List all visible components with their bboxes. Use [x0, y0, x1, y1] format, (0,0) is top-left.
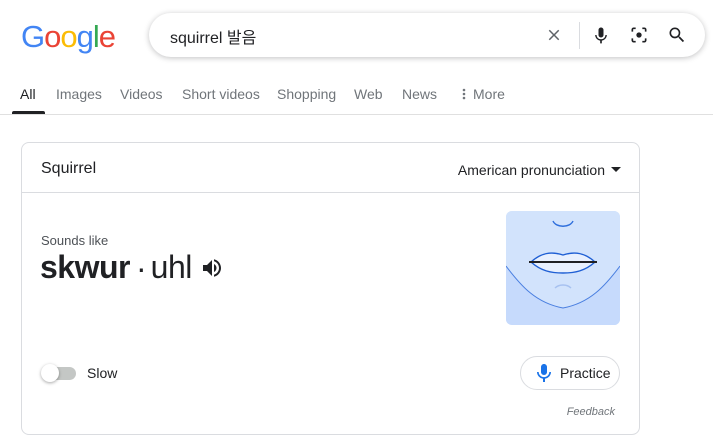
mouth-illustration	[506, 211, 620, 325]
mouth-animation	[506, 211, 620, 325]
pronunciation-variant-label: American pronunciation	[457, 162, 605, 178]
unstressed-syllable: uhl	[150, 249, 193, 285]
tab-web[interactable]: Web	[354, 86, 383, 102]
card-header: Squirrel American pronunciation	[22, 143, 639, 193]
lens-icon[interactable]	[628, 24, 650, 46]
tab-more-label: More	[473, 86, 505, 102]
tab-all[interactable]: All	[20, 86, 36, 102]
caret-down-icon	[611, 167, 621, 172]
close-icon[interactable]	[543, 24, 565, 46]
card-word: Squirrel	[41, 160, 97, 177]
syllable-separator: ·	[135, 249, 147, 286]
tab-images[interactable]: Images	[56, 86, 102, 102]
search-divider	[579, 22, 580, 49]
stressed-syllable: skwur	[40, 249, 130, 285]
vertical-dots-icon	[462, 88, 466, 100]
active-tab-indicator	[12, 111, 45, 114]
logo-letter: g	[76, 19, 94, 54]
logo-letter: o	[44, 19, 61, 54]
practice-label: Practice	[560, 365, 611, 381]
sounds-like-label: Sounds like	[41, 233, 109, 248]
tab-more[interactable]: More	[459, 86, 505, 102]
search-icon[interactable]	[666, 24, 688, 46]
slow-label: Slow	[87, 365, 118, 381]
logo-letter: e	[98, 19, 116, 54]
tab-short-videos[interactable]: Short videos	[182, 86, 260, 102]
pronunciation-variant-dropdown[interactable]: American pronunciation	[458, 162, 621, 178]
slow-toggle[interactable]	[41, 364, 77, 382]
search-tabs: All Images Videos Short videos Shopping …	[0, 78, 713, 115]
tab-shopping[interactable]: Shopping	[277, 86, 336, 102]
logo-letter: G	[21, 19, 45, 54]
speaker-icon[interactable]	[200, 256, 224, 280]
google-logo[interactable]: Google	[21, 19, 116, 55]
logo-letter: o	[60, 19, 77, 54]
search-input[interactable]: squirrel 발음	[170, 24, 256, 48]
tab-videos[interactable]: Videos	[120, 86, 163, 102]
search-bar[interactable]: squirrel 발음	[149, 13, 705, 57]
tab-news[interactable]: News	[402, 86, 437, 102]
feedback-link[interactable]: Feedback	[567, 406, 615, 418]
phonetic-spelling: skwur · uhl	[40, 249, 224, 286]
microphone-icon	[537, 364, 551, 382]
toggle-knob	[41, 364, 59, 382]
pronunciation-card: Squirrel American pronunciation Sounds l…	[21, 142, 640, 435]
practice-button[interactable]: Practice	[520, 356, 620, 390]
microphone-icon[interactable]	[590, 24, 612, 46]
